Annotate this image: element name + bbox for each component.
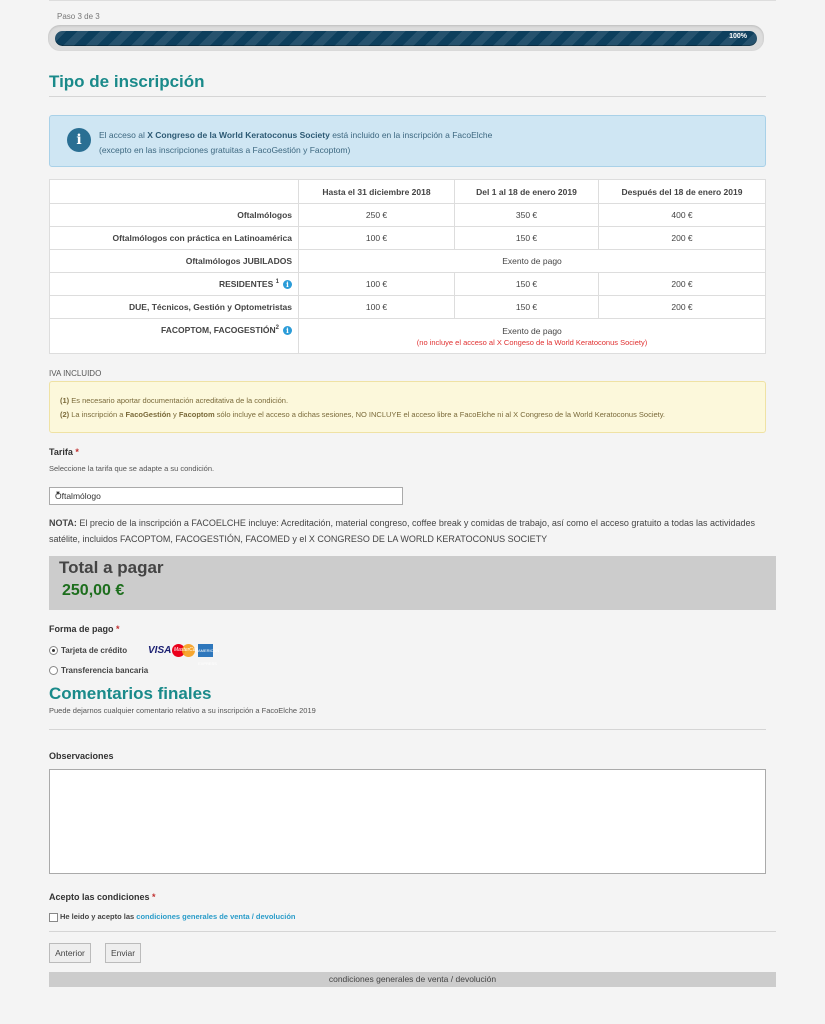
table-row: Oftalmólogos con práctica en Latinoaméri…: [49, 226, 766, 250]
mastercard-logo: MasterCard: [172, 644, 200, 657]
row-label: DUE, Técnicos, Gestión y Optometristas: [49, 295, 299, 319]
prev-button[interactable]: Anterior: [49, 943, 91, 963]
accept-conditions-text: He leido y acepto las condiciones genera…: [60, 912, 296, 921]
price-cell: 350 €: [454, 203, 599, 227]
row-label: Oftalmólogos JUBILADOS: [49, 249, 299, 273]
submit-button[interactable]: Enviar: [105, 943, 141, 963]
price-note: NOTA: El precio de la inscripción a FACO…: [49, 518, 756, 544]
info-text: El acceso al X Congreso de la World Kera…: [99, 130, 493, 155]
price-cell: 200 €: [598, 295, 766, 319]
exempt-cell: Exento de pago: [298, 249, 766, 273]
tarifa-select[interactable]: Oftalmólogo ▼: [49, 487, 403, 505]
price-cell: 100 €: [298, 295, 455, 319]
table-header-row: Hasta el 31 diciembre 2018 Del 1 al 18 d…: [49, 179, 766, 204]
table-row: DUE, Técnicos, Gestión y Optometristas 1…: [49, 295, 766, 319]
divider: [49, 931, 776, 932]
footer-conditions-link[interactable]: condiciones generales de venta / devoluc…: [49, 972, 776, 987]
payment-radio-card[interactable]: [49, 646, 58, 655]
table-row: Oftalmólogos JUBILADOS Exento de pago: [49, 249, 766, 273]
row-label: Oftalmólogos: [49, 203, 299, 227]
price-cell: 250 €: [298, 203, 455, 227]
comments-help: Puede dejarnos cualquier comentario rela…: [49, 706, 316, 715]
price-cell: 100 €: [298, 272, 455, 296]
price-cell: 200 €: [598, 272, 766, 296]
note-1: (1) Es necesario aportar documentación a…: [60, 396, 289, 405]
total-title: Total a pagar: [59, 558, 164, 577]
notes-alert: (1) Es necesario aportar documentación a…: [49, 381, 766, 433]
step-indicator: Paso 3 de 3: [57, 12, 100, 21]
total-box: Total a pagar 250,00 €: [49, 556, 776, 610]
conditions-label: Acepto las condiciones *: [49, 892, 156, 902]
progress-bar: 100%: [48, 25, 764, 51]
note-2: (2) La inscripción a FacoGestión y Facop…: [60, 410, 666, 419]
table-header-cell: Después del 18 de enero 2019: [598, 179, 766, 204]
table-row: FACOPTOM, FACOGESTIÓN2 i Exento de pago (…: [49, 318, 766, 354]
visa-logo: VISA: [148, 645, 172, 656]
table-header-cell: Hasta el 31 diciembre 2018: [298, 179, 455, 204]
payment-radio-transfer[interactable]: [49, 666, 58, 675]
chevron-down-icon: ▼: [55, 491, 61, 497]
top-divider: [49, 0, 776, 1]
info-icon: i: [67, 128, 91, 152]
section-title-registration-type: Tipo de inscripción: [49, 72, 205, 91]
vat-included-label: IVA INCLUIDO: [49, 369, 102, 378]
registration-page: Paso 3 de 3 100% Tipo de inscripción i E…: [0, 0, 825, 1024]
table-header-cell: [49, 179, 299, 204]
exempt-note: (no incluye el acceso al X Congeso de la…: [416, 337, 648, 347]
price-table: Hasta el 31 diciembre 2018 Del 1 al 18 d…: [49, 179, 766, 354]
section-title-final-comments: Comentarios finales: [49, 684, 212, 703]
row-label: RESIDENTES 1i: [49, 272, 299, 296]
info-alert: i El acceso al X Congreso de la World Ke…: [49, 115, 766, 167]
payment-option-transfer[interactable]: Transferencia bancaria: [61, 666, 148, 675]
amex-logo: AMERICAN EXPRESS: [198, 644, 219, 666]
progress-percent: 100%: [729, 33, 747, 40]
info-icon[interactable]: i: [283, 326, 292, 336]
price-cell: 150 €: [454, 272, 599, 296]
section-divider: [49, 729, 766, 730]
conditions-link[interactable]: condiciones generales de venta / devoluc…: [136, 912, 295, 921]
observaciones-label: Observaciones: [49, 751, 114, 761]
exempt-cell: Exento de pago (no incluye el acceso al …: [298, 318, 766, 354]
info-icon[interactable]: i: [283, 280, 292, 290]
row-label: Oftalmólogos con práctica en Latinoaméri…: [49, 226, 299, 250]
observaciones-textarea[interactable]: [49, 769, 766, 874]
price-cell: 400 €: [598, 203, 766, 227]
section-divider: [49, 96, 766, 97]
price-cell: 150 €: [454, 295, 599, 319]
total-amount: 250,00 €: [62, 582, 125, 599]
payment-option-card[interactable]: Tarjeta de crédito: [61, 646, 127, 655]
payment-label: Forma de pago *: [49, 624, 120, 634]
progress-fill: 100%: [55, 31, 757, 46]
tarifa-label: Tarifa *: [49, 447, 79, 457]
table-header-cell: Del 1 al 18 de enero 2019: [454, 179, 599, 204]
row-label: FACOPTOM, FACOGESTIÓN2 i: [49, 318, 299, 354]
accept-conditions-checkbox[interactable]: [49, 913, 58, 922]
table-row: RESIDENTES 1i 100 € 150 € 200 €: [49, 272, 766, 296]
table-row: Oftalmólogos 250 € 350 € 400 €: [49, 203, 766, 227]
price-cell: 100 €: [298, 226, 455, 250]
price-cell: 150 €: [454, 226, 599, 250]
tarifa-help: Seleccione la tarifa que se adapte a su …: [49, 464, 215, 473]
price-cell: 200 €: [598, 226, 766, 250]
